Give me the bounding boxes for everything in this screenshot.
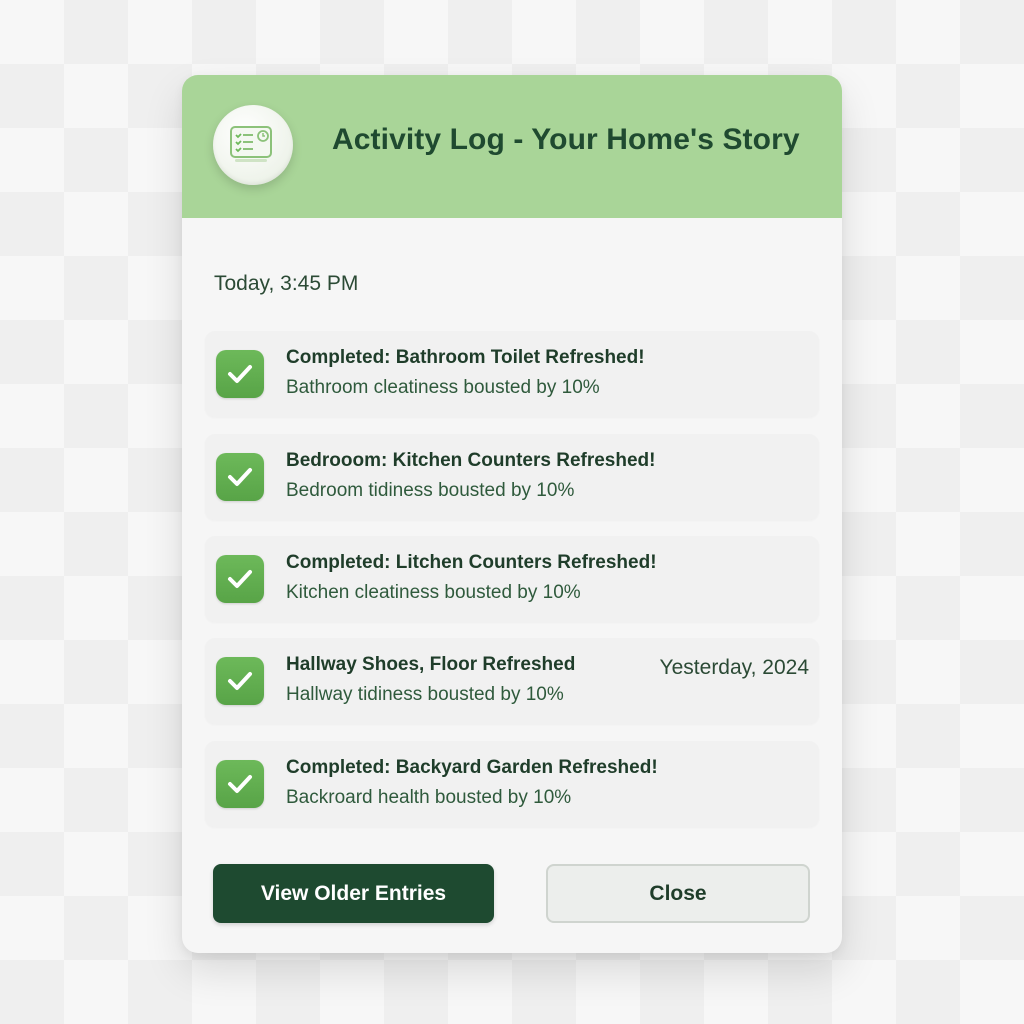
entry-subtitle: Backroard health bousted by 10%: [286, 787, 572, 808]
log-entry: Completed: Litchen Counters Refreshed! K…: [205, 536, 819, 622]
section-date: Today, 3:45 PM: [214, 272, 359, 295]
dialog-title: Activity Log - Your Home's Story: [332, 123, 800, 156]
entry-title: Hallway Shoes, Floor Refreshed: [286, 654, 576, 675]
activity-log-dialog: Activity Log - Your Home's Story Today, …: [182, 75, 842, 953]
log-entry: Hallway Shoes, Floor Refreshed Hallway t…: [205, 638, 819, 724]
entry-title: Bedrooom: Kitchen Counters Refreshed!: [286, 450, 656, 471]
activity-log-icon: [213, 105, 293, 185]
entry-title: Completed: Bathroom Toilet Refreshed!: [286, 347, 645, 368]
log-entry: Completed: Backyard Garden Refreshed! Ba…: [205, 741, 819, 827]
checkmark-icon: [216, 350, 264, 398]
entry-subtitle: Hallway tidiness bousted by 10%: [286, 684, 564, 705]
view-older-entries-button[interactable]: View Older Entries: [213, 864, 494, 923]
log-entry: Completed: Bathroom Toilet Refreshed! Ba…: [205, 331, 819, 417]
checkmark-icon: [216, 555, 264, 603]
log-entry: Bedrooom: Kitchen Counters Refreshed! Be…: [205, 434, 819, 520]
entry-subtitle: Bathroom cleatiness bousted by 10%: [286, 377, 600, 398]
entry-subtitle: Kitchen cleatiness bousted by 10%: [286, 582, 581, 603]
dialog-header: Activity Log - Your Home's Story: [182, 75, 842, 218]
entry-title: Completed: Litchen Counters Refreshed!: [286, 552, 657, 573]
entry-subtitle: Bedroom tidiness bousted by 10%: [286, 480, 575, 501]
entry-title: Completed: Backyard Garden Refreshed!: [286, 757, 658, 778]
checkmark-icon: [216, 657, 264, 705]
close-button[interactable]: Close: [546, 864, 810, 923]
entry-date: Yesterday, 2024: [659, 656, 809, 679]
checkmark-icon: [216, 453, 264, 501]
checkmark-icon: [216, 760, 264, 808]
